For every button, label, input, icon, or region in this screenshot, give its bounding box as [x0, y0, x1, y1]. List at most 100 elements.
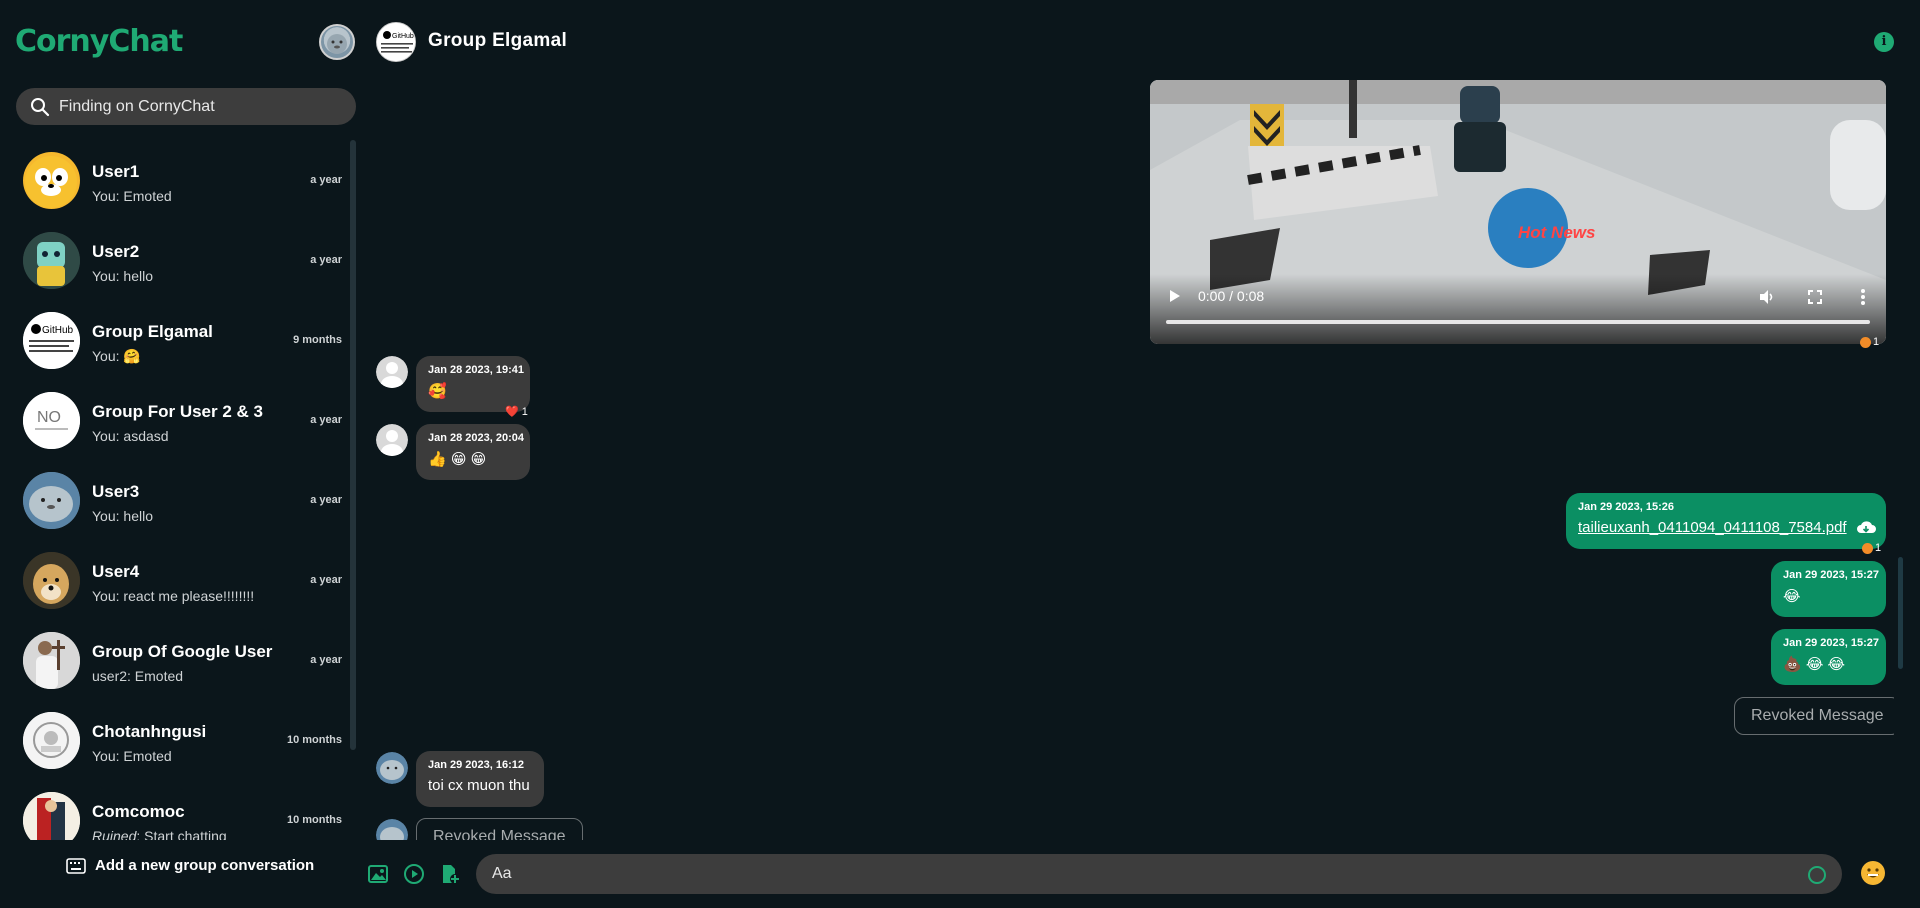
my-avatar[interactable] — [319, 24, 355, 60]
sender-avatar[interactable] — [376, 752, 408, 784]
search-input[interactable] — [59, 97, 329, 116]
revoked-message: Revoked Message — [416, 818, 583, 840]
search-bar[interactable] — [16, 88, 356, 125]
message-bubble[interactable]: Jan 28 2023, 19:41 🥰 — [416, 356, 530, 412]
reaction-emoji-icon — [1862, 542, 1873, 554]
message-time: Jan 29 2023, 15:27 — [1783, 569, 1880, 581]
avatar — [23, 472, 80, 529]
reaction-emoji-icon — [1860, 336, 1871, 348]
download-cloud-icon[interactable] — [1856, 519, 1876, 535]
conversation-item[interactable]: Chotanhngusi You: Emoted 10 months — [0, 700, 350, 780]
conversation-last-message: user2: Emoted — [92, 668, 184, 684]
volume-icon[interactable] — [1758, 288, 1776, 306]
file-link[interactable]: tailieuxanh_0411094_0411108_7584.pdf — [1578, 519, 1874, 536]
fullscreen-icon[interactable] — [1808, 290, 1822, 304]
avatar — [23, 232, 80, 289]
conversation-last-message: You: react me please!!!!!!!! — [92, 588, 255, 604]
info-icon[interactable]: i — [1874, 32, 1894, 52]
conversation-item[interactable]: User1 You: Emoted a year — [0, 140, 350, 220]
message-text: 🥰 — [428, 383, 447, 400]
message-bubble-own[interactable]: Jan 29 2023, 15:27 😂 — [1771, 561, 1886, 617]
conversation-item[interactable]: NO Group For User 2 & 3 You: asdasd a ye… — [0, 380, 350, 460]
more-options-icon[interactable] — [1860, 288, 1866, 306]
message-text: toi cx muon thu — [428, 777, 530, 794]
conversation-last-message: Ruined: Start chatting — [92, 828, 227, 840]
sender-avatar[interactable] — [376, 356, 408, 388]
reaction-badge[interactable]: ❤️ 1 — [505, 405, 528, 418]
conversation-time: 9 months — [293, 334, 342, 346]
message-bubble[interactable]: Jan 28 2023, 20:04 👍 😁 😁 — [416, 424, 530, 480]
message-input[interactable] — [476, 854, 1842, 894]
sidebar: CornyChat User1 You: Emoted a year User2… — [0, 0, 362, 908]
conversation-item[interactable]: GitHub Group Elgamal You: 🤗 9 months — [0, 300, 350, 380]
conversation-item[interactable]: Group Of Google User user2: Emoted a yea… — [0, 620, 350, 700]
keyboard-icon — [66, 857, 86, 874]
conversation-last-message: You: hello — [92, 268, 153, 284]
message-time: Jan 29 2023, 16:12 — [428, 759, 525, 771]
video-player[interactable]: Hot News 0:00 / 0:08 — [1150, 80, 1886, 344]
video-time: 0:00 / 0:08 — [1198, 288, 1265, 304]
conversation-time: a year — [310, 254, 342, 266]
conversation-last-message: You: hello — [92, 508, 153, 524]
conversation-item[interactable]: Comcomoc Ruined: Start chatting 10 month… — [0, 780, 350, 840]
add-group-label: Add a new group conversation — [95, 857, 315, 874]
reaction-badge[interactable]: 1 — [1860, 336, 1879, 348]
conversation-time: a year — [310, 574, 342, 586]
conversation-last-message: You: Emoted — [92, 188, 172, 204]
message-list: Hot News 0:00 / 0:08 1 Jan 28 2023, 19:4… — [362, 80, 1894, 840]
play-icon[interactable] — [1168, 288, 1182, 304]
conversation-time: a year — [310, 174, 342, 186]
conversation-name: User3 — [92, 482, 140, 501]
avatar — [23, 152, 80, 209]
video-controls: 0:00 / 0:08 — [1150, 274, 1886, 344]
app-logo[interactable]: CornyChat — [15, 24, 183, 59]
sender-avatar[interactable] — [376, 424, 408, 456]
avatar — [23, 552, 80, 609]
conversation-last-message: You: asdasd — [92, 428, 169, 444]
conversation-last-message: You: Emoted — [92, 748, 172, 764]
last-message-text: : Start chatting — [136, 828, 227, 840]
reaction-count: 1 — [1875, 542, 1882, 554]
reaction-badge[interactable]: 1 — [1862, 542, 1881, 554]
quick-emoji-button[interactable] — [1861, 861, 1885, 885]
svg-text:NO: NO — [37, 409, 61, 426]
video-progress-bar[interactable] — [1166, 320, 1870, 324]
conversation-time: a year — [310, 654, 342, 666]
avatar — [23, 792, 80, 840]
sender-avatar[interactable] — [376, 819, 408, 840]
conversation-item[interactable]: User2 You: hello a year — [0, 220, 350, 300]
attach-file-icon[interactable] — [439, 863, 461, 885]
message-time: Jan 29 2023, 15:26 — [1578, 501, 1675, 513]
conversation-time: a year — [310, 414, 342, 426]
message-bubble[interactable]: Jan 29 2023, 16:12 toi cx muon thu — [416, 751, 544, 807]
video-icon[interactable] — [403, 863, 425, 885]
conversation-name: User1 — [92, 162, 140, 181]
avatar — [23, 632, 80, 689]
video-overlay-text: Hot News — [1518, 223, 1595, 242]
search-icon — [31, 97, 50, 116]
messages-scrollbar[interactable] — [1898, 557, 1903, 669]
conversation-name: Group For User 2 & 3 — [92, 402, 263, 421]
emoji-picker-icon[interactable] — [1808, 866, 1826, 884]
message-text: 👍 😁 😁 — [428, 451, 487, 468]
conversation-time: 10 months — [286, 814, 342, 826]
conversation-time: 10 months — [286, 734, 342, 746]
svg-text:GitHub: GitHub — [42, 325, 74, 336]
avatar: NO — [23, 392, 80, 449]
message-time: Jan 29 2023, 15:27 — [1783, 637, 1880, 649]
conversation-item[interactable]: User4 You: react me please!!!!!!!! a yea… — [0, 540, 350, 620]
conversation-name: User4 — [92, 562, 140, 581]
sidebar-scrollbar[interactable] — [350, 140, 356, 750]
message-bubble-own[interactable]: Jan 29 2023, 15:26 tailieuxanh_0411094_0… — [1566, 493, 1886, 549]
image-icon[interactable] — [367, 863, 389, 885]
avatar: GitHub — [23, 312, 80, 369]
message-time: Jan 28 2023, 19:41 — [428, 364, 525, 376]
revoked-message: Revoked Message — [1734, 697, 1894, 735]
message-bubble-own[interactable]: Jan 29 2023, 15:27 💩 😂 😂 — [1771, 629, 1886, 685]
conversation-name: Group Elgamal — [92, 322, 213, 341]
group-avatar[interactable]: GitHub — [376, 22, 416, 62]
add-group-button[interactable]: Add a new group conversation — [66, 857, 314, 874]
conversation-item[interactable]: User3 You: hello a year — [0, 460, 350, 540]
conversation-list: User1 You: Emoted a year User2 You: hell… — [0, 140, 352, 840]
group-avatar-text: GitHub — [392, 33, 414, 40]
